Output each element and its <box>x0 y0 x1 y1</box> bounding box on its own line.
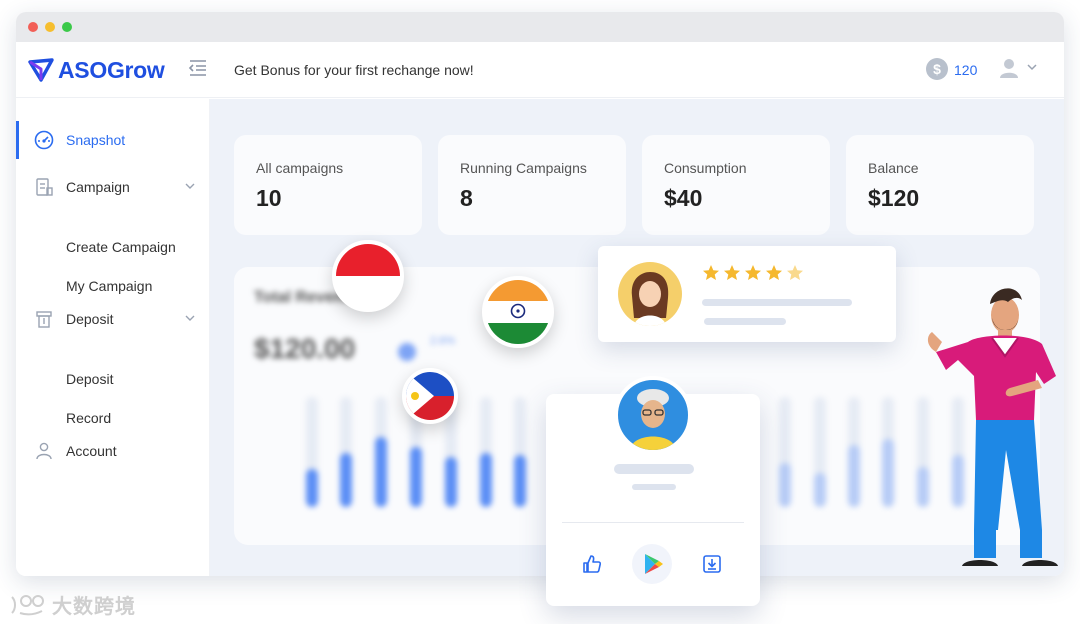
philippines-flag-icon <box>402 368 458 424</box>
review-card <box>598 246 896 342</box>
coin-balance[interactable]: 120 <box>954 62 977 78</box>
change-dot-icon <box>398 343 416 361</box>
thumbs-up-icon[interactable] <box>582 554 602 579</box>
man-illustration <box>927 288 1058 566</box>
stat-title: All campaigns <box>256 160 344 176</box>
sidebar-item-create-campaign[interactable]: Create Campaign <box>66 239 176 255</box>
close-dot[interactable] <box>28 22 38 32</box>
stat-card-all-campaigns[interactable]: All campaigns 10 <box>234 135 422 235</box>
star-rating <box>703 265 803 280</box>
download-icon[interactable] <box>702 554 722 579</box>
stat-title: Running Campaigns <box>460 160 587 176</box>
logo-text: ASOGrow <box>58 56 165 83</box>
chevron-down-icon[interactable] <box>1026 60 1038 78</box>
stat-title: Balance <box>868 160 919 176</box>
india-flag-icon <box>482 276 554 348</box>
google-play-icon[interactable] <box>632 544 672 584</box>
chevron-down-icon[interactable] <box>184 179 196 197</box>
app-card <box>546 376 760 606</box>
app-name-placeholder <box>614 464 694 474</box>
title-bar <box>16 12 1064 42</box>
maximize-dot[interactable] <box>62 22 72 32</box>
sidebar-item-deposit[interactable]: Deposit <box>16 299 210 339</box>
sidebar-item-label: Campaign <box>66 179 130 195</box>
top-bar: ASOGrow Get Bonus for your first rechang… <box>16 42 1064 98</box>
app-sub-placeholder <box>632 484 676 490</box>
document-icon <box>34 177 54 202</box>
review-text-placeholder <box>704 318 786 325</box>
user-avatar-icon[interactable] <box>998 57 1020 84</box>
stat-card-running-campaigns[interactable]: Running Campaigns 8 <box>438 135 626 235</box>
minimize-dot[interactable] <box>45 22 55 32</box>
watermark: 大数跨境 <box>8 590 136 619</box>
indonesia-flag-icon <box>332 240 404 312</box>
sidebar-item-my-campaign[interactable]: My Campaign <box>66 278 152 294</box>
reviewer-avatar <box>618 262 682 326</box>
watermark-text: 大数跨境 <box>52 596 136 618</box>
watermark-logo-icon <box>11 594 44 615</box>
sidebar-item-snapshot[interactable]: Snapshot <box>16 120 210 160</box>
stat-value: $40 <box>664 185 703 211</box>
logo-mark-icon <box>28 58 54 82</box>
bonus-banner[interactable]: Get Bonus for your first rechange now! <box>234 62 474 78</box>
sidebar-item-label: Snapshot <box>66 132 126 148</box>
user-icon <box>34 441 54 466</box>
sidebar-item-campaign[interactable]: Campaign <box>16 167 210 207</box>
collapse-menu-icon[interactable] <box>188 59 208 82</box>
dashboard-gauge-icon <box>34 130 54 155</box>
sidebar: Snapshot Campaign Create Campaign My Cam… <box>16 99 210 576</box>
sidebar-item-deposit-sub[interactable]: Deposit <box>66 371 113 387</box>
revenue-change: 2.6% <box>430 335 456 347</box>
revenue-amount: $120.00 <box>254 333 356 364</box>
review-text-placeholder <box>702 299 852 306</box>
developer-avatar <box>614 376 692 454</box>
stat-value: $120 <box>868 185 920 211</box>
sidebar-item-account[interactable]: Account <box>16 431 210 471</box>
coin-icon: $ <box>926 58 948 80</box>
stat-value: 8 <box>460 185 473 211</box>
stat-card-balance[interactable]: Balance $120 <box>846 135 1034 235</box>
sidebar-item-label: Account <box>66 443 117 459</box>
stat-card-consumption[interactable]: Consumption $40 <box>642 135 830 235</box>
logo[interactable]: ASOGrow <box>28 56 165 84</box>
sidebar-item-label: Deposit <box>66 311 114 327</box>
divider <box>562 522 744 523</box>
stat-value: 10 <box>256 185 282 211</box>
chevron-down-icon[interactable] <box>184 311 196 329</box>
sidebar-item-record[interactable]: Record <box>66 410 111 426</box>
stat-title: Consumption <box>664 160 747 176</box>
deposit-icon <box>34 309 54 334</box>
